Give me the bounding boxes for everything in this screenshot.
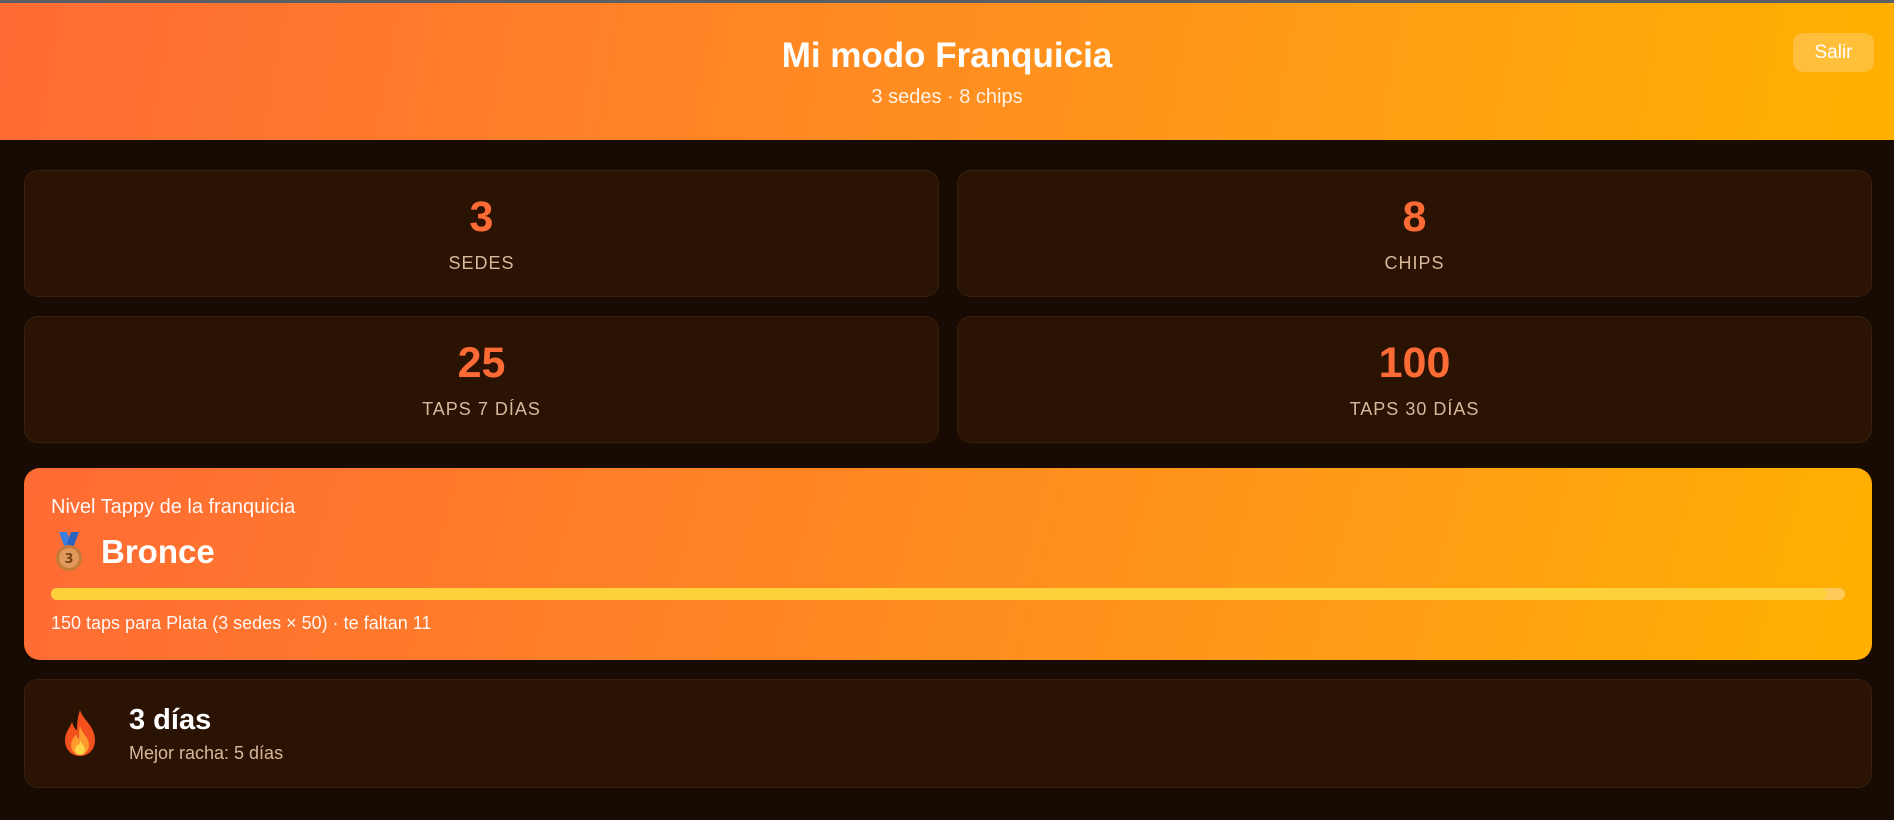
fire-icon xyxy=(59,708,101,758)
streak-card: 3 días Mejor racha: 5 días xyxy=(24,679,1872,788)
stat-card-chips: 8 CHIPS xyxy=(957,170,1872,297)
stat-label: SEDES xyxy=(448,253,515,273)
bronze-medal-icon: 3 xyxy=(51,532,87,572)
stat-card-taps-7-days: 25 TAPS 7 DÍAS xyxy=(24,316,939,443)
streak-title: 3 días xyxy=(129,704,212,736)
level-progress-bar xyxy=(51,588,1845,600)
stat-label: TAPS 7 DÍAS xyxy=(422,399,541,419)
level-progress-note: 150 taps para Plata (3 sedes × 50) · te … xyxy=(51,613,432,633)
app-header: Mi modo Franquicia 3 sedes · 8 chips Sal… xyxy=(0,0,1894,140)
stat-value: 25 xyxy=(457,339,506,387)
level-card: Nivel Tappy de la franquicia 3 Bronce 15… xyxy=(24,468,1872,660)
level-progress-fill xyxy=(51,588,1828,600)
stat-value: 100 xyxy=(1378,339,1451,387)
stat-label: TAPS 30 DÍAS xyxy=(1349,399,1480,419)
stat-card-sedes: 3 SEDES xyxy=(24,170,939,297)
best-streak-text: Mejor racha: 5 días xyxy=(129,743,284,763)
level-caption: Nivel Tappy de la franquicia xyxy=(51,496,296,518)
level-name: Bronce xyxy=(101,533,215,570)
svg-text:3: 3 xyxy=(64,552,73,567)
window-top-border xyxy=(0,0,1894,3)
stat-value: 8 xyxy=(1402,193,1427,241)
stat-label: CHIPS xyxy=(1384,253,1445,273)
level-row: 3 Bronce xyxy=(51,530,215,574)
logout-button[interactable]: Salir xyxy=(1793,33,1874,72)
page-subtitle: 3 sedes · 8 chips xyxy=(871,86,1023,108)
stat-value: 3 xyxy=(469,193,494,241)
page-title: Mi modo Franquicia xyxy=(781,36,1113,75)
stat-card-taps-30-days: 100 TAPS 30 DÍAS xyxy=(957,316,1872,443)
